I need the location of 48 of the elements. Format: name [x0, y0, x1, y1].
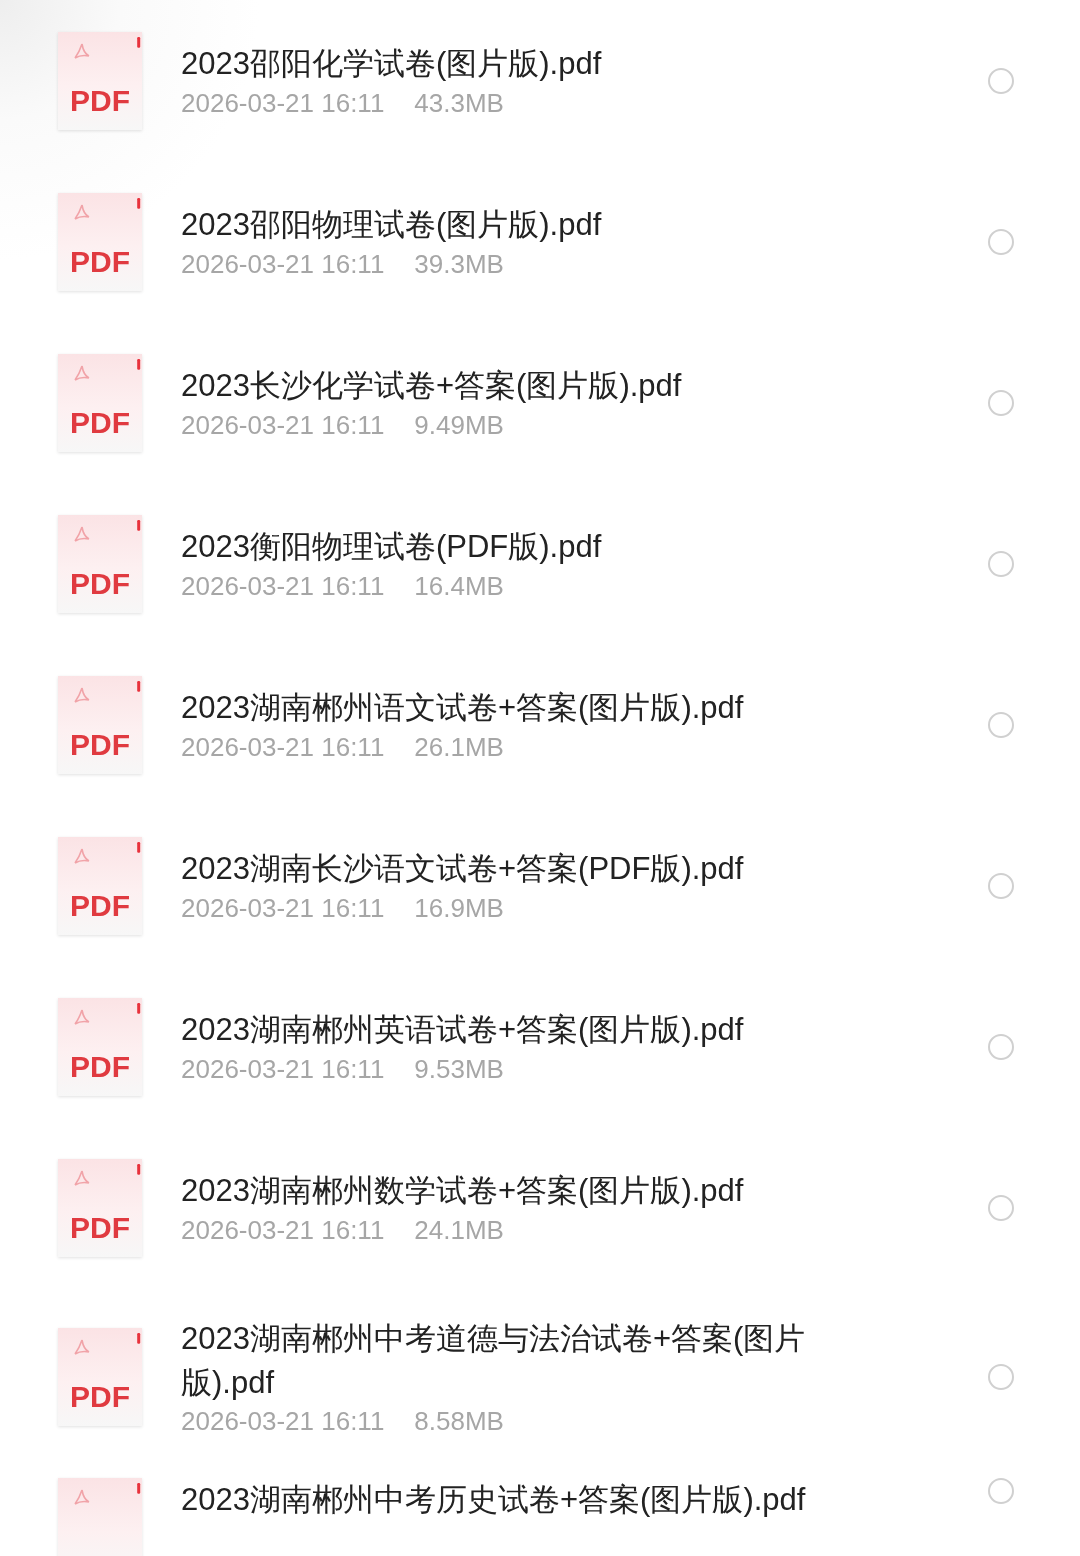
file-name[interactable]: 2023邵阳物理试卷(图片版).pdf	[181, 203, 881, 247]
file-date: 2026-03-21 16:11	[181, 731, 385, 763]
select-radio[interactable]	[988, 1194, 1014, 1221]
file-name[interactable]: 2023湖南郴州英语试卷+答案(图片版).pdf	[181, 1008, 881, 1052]
pdf-file-icon: PDF	[58, 997, 142, 1096]
pdf-file-icon: PDF	[58, 192, 142, 291]
select-radio[interactable]	[988, 550, 1014, 577]
file-size: 9.49MB	[414, 409, 504, 441]
file-name[interactable]: 2023湖南长沙语文试卷+答案(PDF版).pdf	[181, 847, 881, 891]
pdf-file-icon: PDF	[58, 31, 142, 130]
file-name[interactable]: 2023湖南郴州语文试卷+答案(图片版).pdf	[181, 686, 881, 730]
file-size: 26.1MB	[414, 731, 504, 763]
file-name[interactable]: 2023湖南郴州中考历史试卷+答案(图片版).pdf	[181, 1478, 881, 1522]
file-name[interactable]: 2023衡阳物理试卷(PDF版).pdf	[181, 525, 881, 569]
file-date: 2026-03-21 16:11	[181, 409, 385, 441]
file-date: 2026-03-21 16:11	[181, 570, 385, 602]
select-radio[interactable]	[988, 711, 1014, 738]
select-radio[interactable]	[988, 1033, 1014, 1060]
file-date: 2026-03-21 16:11	[181, 892, 385, 924]
file-name[interactable]: 2023湖南郴州数学试卷+答案(图片版).pdf	[181, 1169, 881, 1213]
file-date: 2026-03-21 16:11	[181, 87, 385, 119]
select-radio[interactable]	[988, 1478, 1014, 1504]
file-size: 16.9MB	[414, 892, 504, 924]
file-name[interactable]: 2023长沙化学试卷+答案(图片版).pdf	[181, 364, 881, 408]
file-name[interactable]: 2023湖南郴州中考道德与法治试卷+答案(图片版).pdf	[181, 1317, 881, 1404]
file-size: 9.53MB	[414, 1053, 504, 1085]
select-radio[interactable]	[988, 1364, 1014, 1390]
pdf-file-icon: PDF	[58, 514, 142, 613]
pdf-file-icon: PDF	[58, 675, 142, 774]
select-radio[interactable]	[988, 872, 1014, 899]
select-radio[interactable]	[988, 67, 1014, 94]
pdf-file-icon: PDF	[58, 1158, 142, 1257]
select-radio[interactable]	[988, 228, 1014, 255]
pdf-file-icon	[58, 1478, 142, 1556]
file-date: 2026-03-21 16:11	[181, 1053, 385, 1085]
file-size: 39.3MB	[414, 248, 504, 280]
file-date: 2026-03-21 16:11	[181, 1214, 385, 1246]
file-size: 8.58MB	[414, 1405, 504, 1437]
pdf-file-icon: PDF	[58, 836, 142, 935]
file-size: 16.4MB	[414, 570, 504, 602]
file-size: 43.3MB	[414, 87, 504, 119]
file-name[interactable]: 2023邵阳化学试卷(图片版).pdf	[181, 42, 881, 86]
file-date: 2026-03-21 16:11	[181, 248, 385, 280]
pdf-file-icon: PDF	[58, 1328, 142, 1426]
file-size: 24.1MB	[414, 1214, 504, 1246]
pdf-file-icon: PDF	[58, 353, 142, 452]
select-radio[interactable]	[988, 389, 1014, 416]
file-date: 2026-03-21 16:11	[181, 1405, 385, 1437]
